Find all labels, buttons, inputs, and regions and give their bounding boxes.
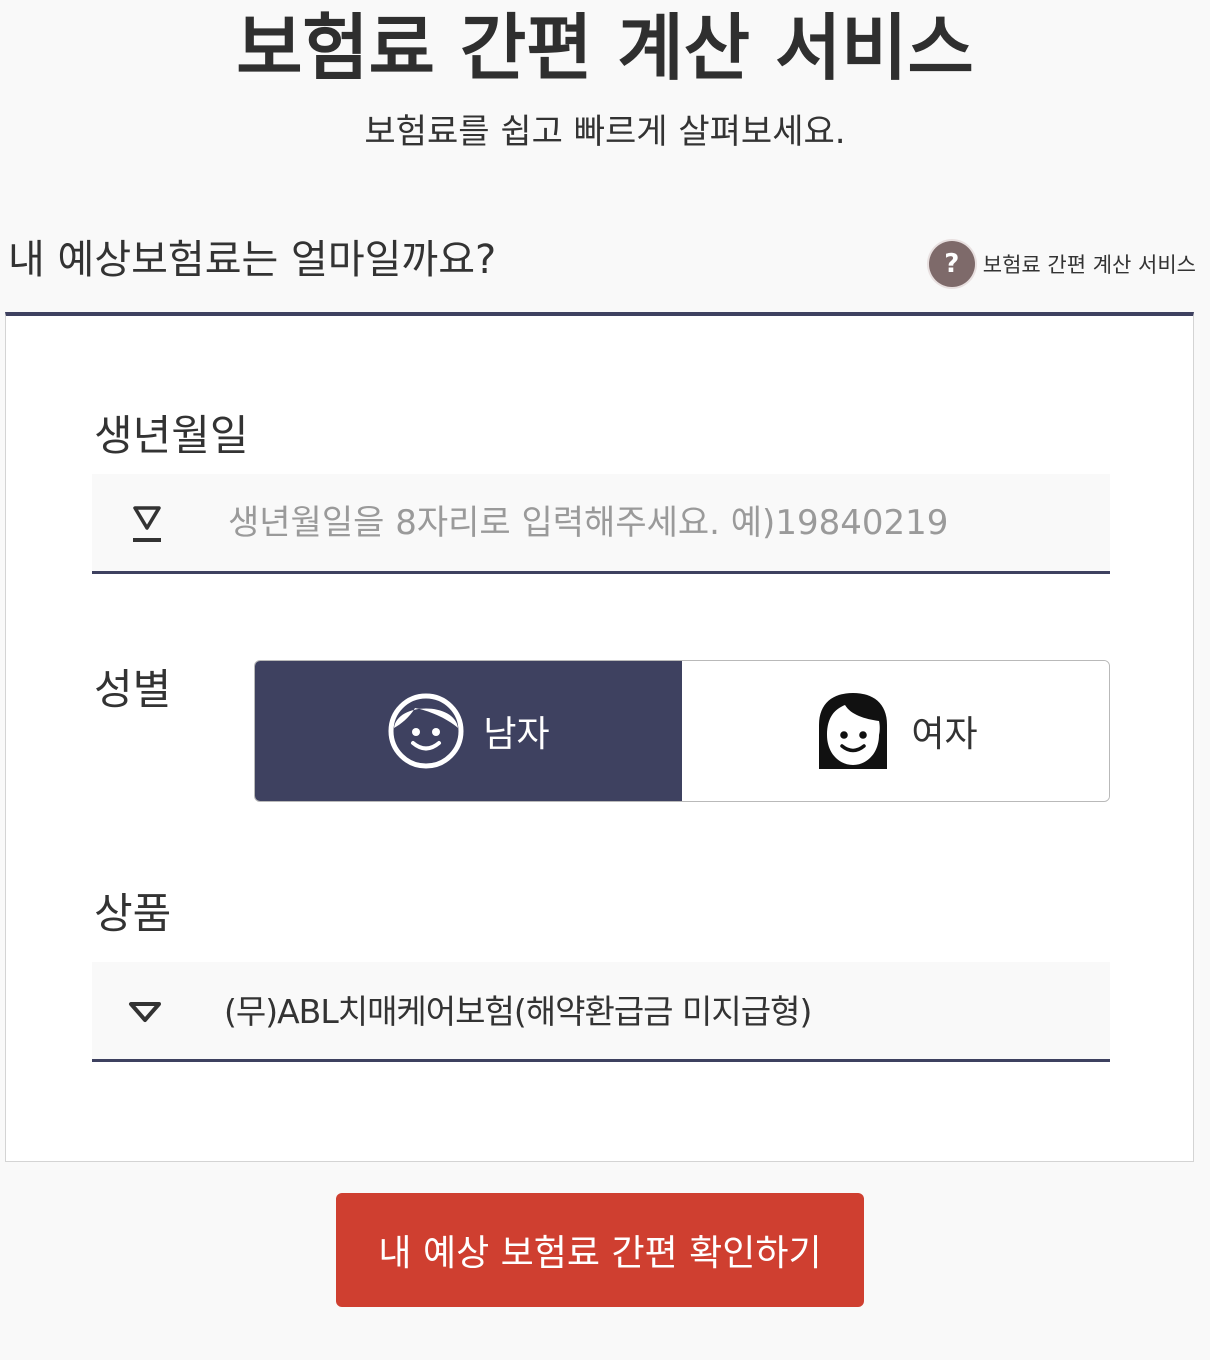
female-face-icon	[819, 693, 888, 769]
submit-button[interactable]: 내 예상 보험료 간편 확인하기	[336, 1193, 864, 1307]
page-title: 보험료 간편 계산 서비스	[236, 6, 974, 90]
calculator-form: 생년월일 성별 남자	[5, 312, 1194, 1162]
product-select[interactable]: (무)ABL치매케어보험(해약환급금 미지급형)	[92, 962, 1110, 1062]
product-select-value[interactable]: (무)ABL치매케어보험(해약환급금 미지급형)	[224, 986, 812, 1038]
birth-label: 생년월일	[94, 411, 249, 460]
birth-input[interactable]	[228, 488, 1088, 558]
page-subtitle: 보험료를 쉽고 빠르게 살펴보세요.	[364, 112, 846, 152]
section-question: 내 예상보험료는 얼마일까요?	[8, 237, 497, 283]
product-label: 상품	[94, 889, 172, 938]
gender-male-label: 남자	[483, 714, 550, 755]
triangle-down-icon	[129, 1002, 161, 1022]
help-link-label[interactable]: 보험료 간편 계산 서비스	[983, 249, 1196, 279]
birth-field[interactable]	[92, 474, 1110, 574]
question-icon[interactable]: ?	[928, 241, 975, 287]
gender-label: 성별	[94, 665, 172, 714]
page: 보험료 간편 계산 서비스 보험료를 쉽고 빠르게 살펴보세요. 내 예상보험료…	[0, 0, 1210, 1360]
gender-toggle: 남자 여자	[254, 660, 1110, 802]
male-face-icon	[388, 693, 464, 769]
help-link[interactable]: ? 보험료 간편 계산 서비스	[928, 240, 1196, 288]
gender-male-button[interactable]: 남자	[255, 661, 682, 801]
person-icon	[133, 506, 161, 542]
gender-female-label: 여자	[911, 714, 978, 755]
gender-female-button[interactable]: 여자	[682, 661, 1109, 801]
